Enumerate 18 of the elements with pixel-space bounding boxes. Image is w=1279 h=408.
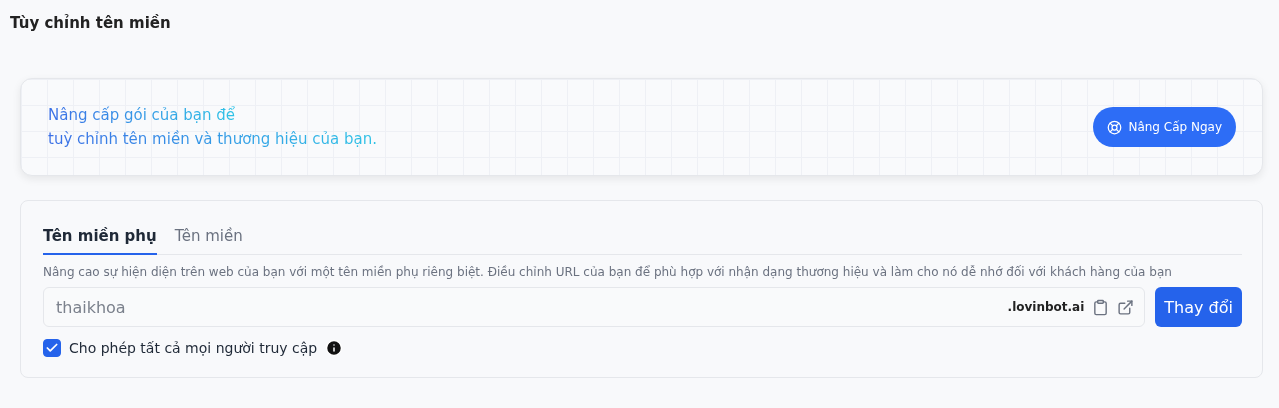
change-button[interactable]: Thay đổi [1155, 287, 1242, 327]
external-link-icon[interactable] [1117, 298, 1135, 316]
page-title: Tùy chỉnh tên miền [10, 14, 172, 32]
banner-text: Nâng cấp gói của bạn để [48, 106, 236, 124]
checkbox-label: Cho phép tất cả mọi người truy cập [69, 340, 318, 356]
tab[interactable]: Tên miền [174, 223, 243, 255]
subdomain-input[interactable]: thaikhoa [54, 296, 1000, 318]
tab[interactable]: Tên miền phụ [43, 223, 157, 255]
description: Nâng cao sự hiện diện trên web của bạn với một tên miền phụ riêng biệt. Điều chỉnh URL của bạn để phù hợp với nhận dạng thương hiệu và làm cho nó dễ nhớ đối với khách hàng của bạn [43, 265, 1173, 279]
copy-icon[interactable] [1092, 298, 1110, 316]
domain-suffix: .lovinbot.ai [1007, 300, 1085, 314]
upgrade-button[interactable]: Nâng Cấp Ngay [1093, 107, 1236, 147]
subdomain-field[interactable]: thaikhoa .lovinbot.ai [43, 287, 1146, 327]
info-icon[interactable] [325, 339, 344, 357]
check-icon [45, 341, 59, 355]
checkbox[interactable] [43, 339, 61, 357]
lifebuoy-icon [1107, 119, 1123, 135]
banner-text: tuỳ chỉnh tên miền và thương hiệu của bạn. [48, 130, 377, 148]
